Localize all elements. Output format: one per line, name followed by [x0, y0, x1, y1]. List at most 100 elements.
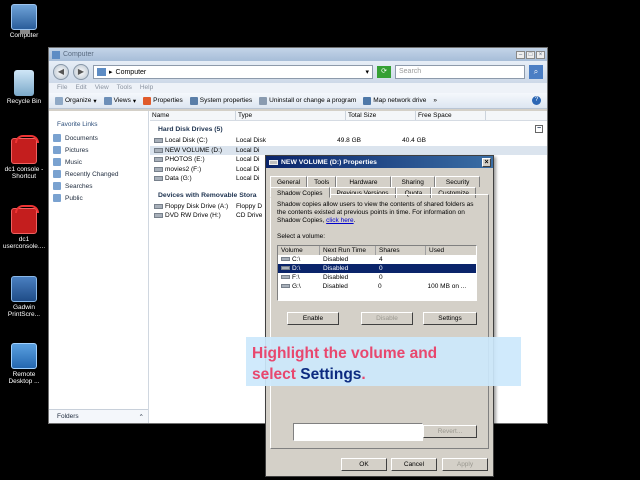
nav-item-public[interactable]: Public	[49, 192, 148, 204]
disable-button[interactable]: Disable	[361, 312, 413, 325]
drive-name: PHOTOS (E:)	[165, 156, 205, 164]
volume-row[interactable]: F:\ Disabled 0	[278, 273, 476, 282]
refresh-icon[interactable]: ⟳	[377, 66, 391, 78]
ok-button[interactable]: OK	[341, 458, 387, 471]
nav-item-label: Pictures	[65, 146, 89, 154]
uninstall-label: Uninstall or change a program	[269, 97, 357, 104]
tab-hardware[interactable]: Hardware	[336, 176, 391, 187]
menu-view[interactable]: View	[95, 83, 109, 93]
column-total-size[interactable]: Total Size	[346, 111, 416, 120]
volume-list[interactable]: Volume Next Run Time Shares Used C:\ Dis…	[277, 245, 477, 301]
search-input[interactable]: Search	[395, 65, 525, 79]
desktop-icon-gadwin[interactable]: Gadwin PrintScre...	[0, 276, 48, 318]
drive-name: DVD RW Drive (H:)	[165, 212, 221, 220]
click-here-link[interactable]: click here	[326, 217, 353, 224]
column-used[interactable]: Used	[426, 246, 476, 255]
address-input[interactable]: ▸ Computer ▾	[93, 65, 373, 79]
column-free-space[interactable]: Free Space	[416, 111, 486, 120]
desktop-icon-label: Recycle Bin	[6, 98, 42, 105]
tab-tools[interactable]: Tools	[307, 176, 337, 187]
organize-button[interactable]: Organize ▾	[55, 96, 97, 105]
computer-icon	[11, 4, 37, 34]
drive-icon	[154, 138, 163, 144]
explorer-titlebar[interactable]: Computer – □ ×	[49, 48, 547, 61]
shadow-copies-list[interactable]	[293, 423, 423, 441]
menu-help[interactable]: Help	[140, 83, 153, 93]
folders-toggle[interactable]: Folders ⌃	[49, 409, 148, 423]
drive-row[interactable]: Local Disk (C:) Local Disk 49.8 GB 40.4 …	[150, 136, 547, 146]
collapse-icon[interactable]: −	[535, 125, 543, 133]
desktop-icon-dc1-userconsole[interactable]: dc1 userconsole....	[0, 205, 48, 250]
column-next-run-time[interactable]: Next Run Time	[320, 246, 376, 255]
volume-name: C:\	[292, 256, 301, 263]
revert-button[interactable]: Revert...	[423, 425, 477, 438]
system-properties-label: System properties	[199, 97, 253, 104]
volume-row[interactable]: C:\ Disabled 4	[278, 255, 476, 264]
forward-button[interactable]: ▶	[73, 64, 89, 80]
views-button[interactable]: Views ▾	[103, 96, 136, 105]
properties-button[interactable]: Properties	[143, 96, 183, 105]
volume-shares: 4	[379, 256, 383, 263]
chevron-down-icon[interactable]: ▾	[365, 68, 372, 76]
volume-row-selected[interactable]: D:\ Disabled 0	[278, 264, 476, 273]
camera-icon	[11, 276, 37, 302]
tab-sharing[interactable]: Sharing	[390, 176, 435, 187]
column-shares[interactable]: Shares	[376, 246, 426, 255]
desktop-icon-dc1-console[interactable]: dc1 console - Shortcut	[0, 135, 48, 180]
desktop-icon-recycle-bin[interactable]: Recycle Bin	[0, 70, 48, 105]
favorite-links-heading: Favorite Links	[57, 121, 98, 128]
toolbar-overflow-button[interactable]: »	[433, 97, 437, 104]
minimize-icon[interactable]: –	[516, 50, 525, 59]
nav-item-pictures[interactable]: Pictures	[49, 144, 148, 156]
column-volume[interactable]: Volume	[278, 246, 320, 255]
close-icon[interactable]: ×	[482, 157, 491, 167]
documents-icon	[53, 134, 61, 142]
maximize-icon[interactable]: □	[526, 50, 535, 59]
settings-button[interactable]: Settings	[423, 312, 477, 325]
tab-shadow-copies[interactable]: Shadow Copies	[270, 187, 330, 198]
drive-row[interactable]: NEW VOLUME (D:) Local Di	[150, 145, 547, 155]
callout-highlight: Settings	[300, 366, 362, 383]
search-icon[interactable]: ⌕	[529, 65, 543, 79]
desktop-icon-computer[interactable]: Computer	[0, 4, 48, 39]
menu-edit[interactable]: Edit	[75, 83, 86, 93]
remote-desktop-icon	[11, 343, 37, 369]
close-icon[interactable]: ×	[536, 50, 545, 59]
shadow-copies-panel: Shadow copies allow users to view the co…	[270, 194, 489, 449]
cancel-button[interactable]: Cancel	[391, 458, 437, 471]
system-properties-button[interactable]: System properties	[189, 96, 253, 105]
computer-icon	[52, 50, 60, 59]
address-text: Computer	[115, 68, 147, 76]
dialog-titlebar[interactable]: NEW VOLUME (D:) Properties ×	[266, 156, 493, 168]
map-network-drive-button[interactable]: Map network drive	[363, 96, 427, 105]
toolbox-icon	[11, 205, 39, 234]
map-network-drive-label: Map network drive	[373, 97, 427, 104]
back-button[interactable]: ◀	[53, 64, 69, 80]
menu-file[interactable]: File	[57, 83, 67, 93]
column-type[interactable]: Type	[236, 111, 346, 120]
column-name[interactable]: Name	[150, 111, 236, 120]
menu-tools[interactable]: Tools	[117, 83, 132, 93]
dialog-title: NEW VOLUME (D:) Properties	[281, 158, 377, 166]
tab-general[interactable]: General	[270, 176, 308, 187]
drive-icon	[281, 266, 290, 271]
organize-icon	[55, 96, 63, 105]
nav-item-searches[interactable]: Searches	[49, 180, 148, 192]
nav-item-recently-changed[interactable]: Recently Changed	[49, 168, 148, 180]
apply-button[interactable]: Apply	[442, 458, 488, 471]
toolbox-icon	[11, 135, 39, 164]
nav-item-music[interactable]: Music	[49, 156, 148, 168]
uninstall-button[interactable]: Uninstall or change a program	[259, 96, 357, 105]
music-icon	[53, 158, 61, 166]
help-icon[interactable]: ?	[532, 96, 541, 105]
desktop-icon-remote-desktop[interactable]: Remote Desktop ...	[0, 343, 48, 385]
drive-free-space: 40.4 GB	[402, 137, 426, 145]
enable-button[interactable]: Enable	[287, 312, 339, 325]
public-icon	[53, 194, 61, 202]
system-icon	[189, 96, 198, 105]
tab-security[interactable]: Security	[434, 176, 481, 187]
group-label: Hard Disk Drives (5)	[158, 126, 223, 133]
volume-row[interactable]: G:\ Disabled 0 100 MB on ...	[278, 282, 476, 291]
nav-item-documents[interactable]: Documents	[49, 132, 148, 144]
instruction-callout: Highlight the volume and select Settings…	[246, 337, 521, 386]
